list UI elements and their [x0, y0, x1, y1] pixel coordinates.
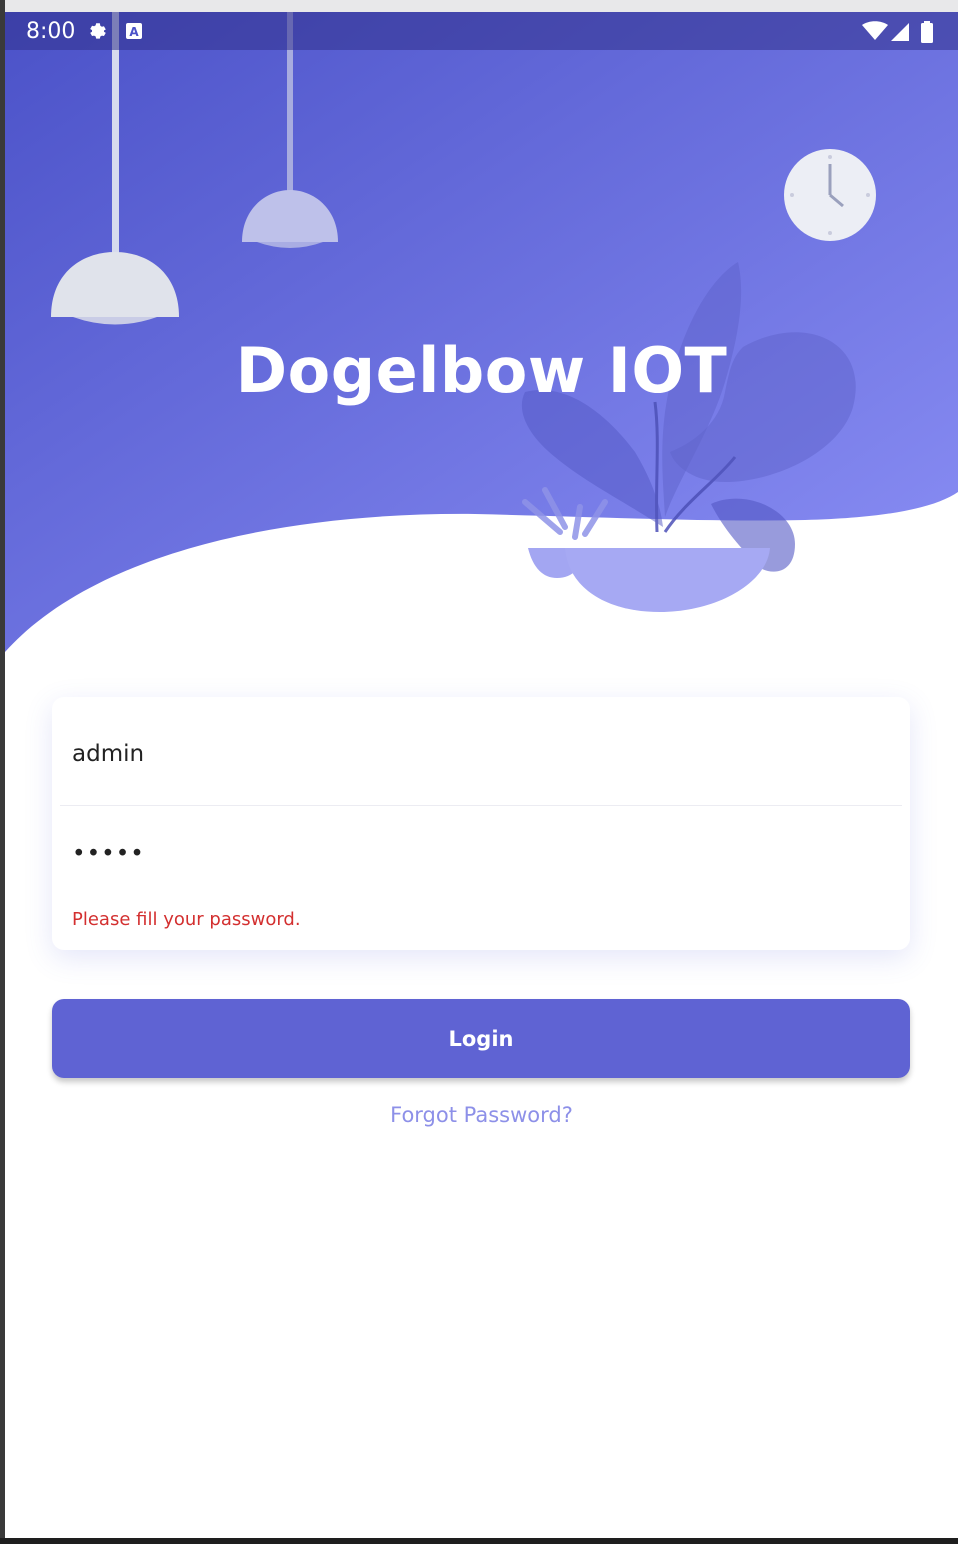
password-field[interactable]: •••••: [72, 841, 145, 867]
window-bottom-edge: [0, 1538, 958, 1544]
svg-text:A: A: [129, 25, 139, 39]
login-button[interactable]: Login: [52, 999, 910, 1078]
wall-clock-icon: [784, 149, 876, 241]
login-card: admin ••••• Please fill your password.: [52, 697, 910, 950]
header-wave: [5, 12, 958, 652]
status-bar: 8:00 A: [5, 12, 958, 50]
app-title: Dogelbow IOT: [235, 334, 728, 407]
password-error-message: Please fill your password.: [72, 909, 301, 930]
plant-pot: [528, 548, 770, 612]
status-time: 8:00: [26, 19, 76, 44]
phone-screen: 8:00 A Dogelbow IOT admin ••••• Please f…: [5, 12, 958, 1538]
username-field[interactable]: admin: [72, 741, 144, 767]
header-illustration: 8:00 A Dogelbow IOT: [5, 12, 958, 692]
field-divider: [60, 805, 902, 806]
window-top-edge: [0, 0, 958, 12]
forgot-password-link[interactable]: Forgot Password?: [5, 1103, 958, 1127]
